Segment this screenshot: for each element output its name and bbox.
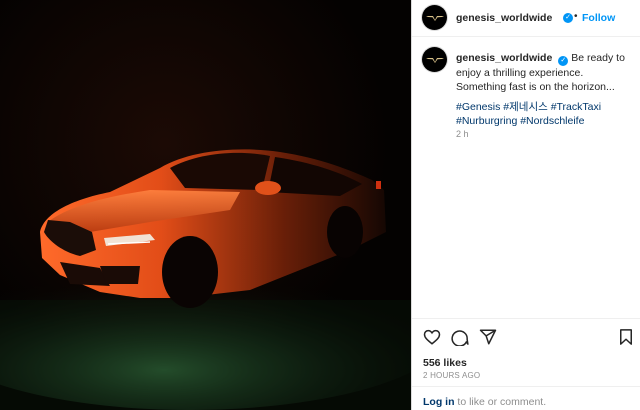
post-header: genesis_worldwide ✓ • Follow (412, 0, 640, 37)
verified-badge-icon: ✓ (558, 56, 569, 66)
hashtags: #Genesis #제네시스 #TrackTaxi #Nurburgring #… (456, 100, 634, 128)
hashtag-link[interactable]: #Nordschleife (520, 115, 584, 127)
caption-avatar[interactable] (422, 47, 447, 72)
hashtag-link[interactable]: #TrackTaxi (551, 101, 601, 113)
post-timestamp: 2 hours ago (423, 371, 481, 380)
caption-timestamp: 2 h (456, 129, 469, 139)
follow-button[interactable]: Follow (582, 12, 615, 24)
login-link[interactable]: Log in (423, 396, 455, 408)
login-footer: Log in to like or comment. (412, 386, 640, 410)
instagram-post: genesis_worldwide ✓ • Follow genesis_wor… (0, 0, 640, 410)
separator-dot: • (574, 11, 578, 22)
hashtag-link[interactable]: #Nurburgring (456, 115, 517, 127)
post-image[interactable] (0, 0, 411, 410)
heart-icon[interactable] (423, 328, 441, 346)
share-icon[interactable] (479, 328, 497, 346)
post-side-panel: genesis_worldwide ✓ • Follow genesis_wor… (411, 0, 640, 410)
comment-icon[interactable] (451, 328, 469, 346)
header-username[interactable]: genesis_worldwide (456, 12, 552, 24)
login-prompt: Log in to like or comment. (423, 396, 546, 408)
genesis-logo-icon (425, 57, 444, 63)
avatar[interactable] (422, 5, 447, 30)
post-caption: genesis_worldwide ✓ Be ready to enjoy a t… (456, 51, 634, 94)
car-photo (0, 0, 411, 410)
genesis-logo-icon (425, 15, 444, 21)
hashtag-link[interactable]: #제네시스 (503, 101, 547, 113)
login-suffix: to like or comment. (454, 396, 547, 408)
action-bar (412, 318, 640, 355)
caption-username[interactable]: genesis_worldwide (456, 52, 552, 64)
hashtag-link[interactable]: #Genesis (456, 101, 500, 113)
likes-count[interactable]: 556 likes (423, 357, 467, 369)
bookmark-icon[interactable] (617, 328, 635, 346)
verified-badge-icon: ✓ (563, 13, 573, 23)
